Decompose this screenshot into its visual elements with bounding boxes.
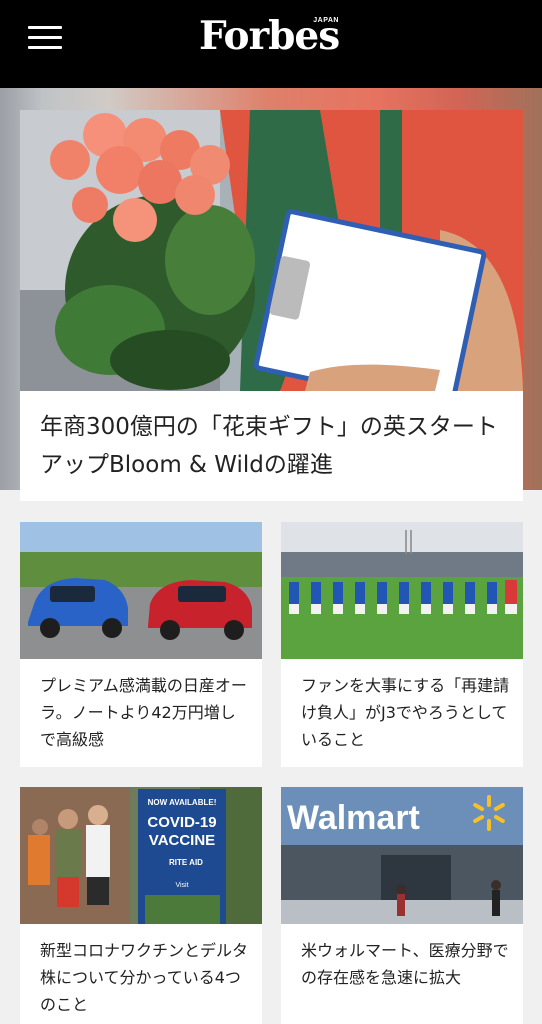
- hamburger-menu-icon[interactable]: [28, 24, 64, 52]
- top-bar: Forbes JAPAN: [0, 0, 542, 88]
- walmart-sign: Walmart: [287, 799, 420, 837]
- sign-covid: COVID-19: [147, 814, 216, 831]
- article-image[interactable]: [20, 522, 262, 659]
- article-image[interactable]: [281, 522, 523, 659]
- article-image[interactable]: NOW AVAILABLE! COVID-19 VACCINE RITE AID…: [20, 787, 262, 924]
- logo-subtext: JAPAN: [313, 17, 339, 24]
- hero-article-title[interactable]: 年商300億円の「花束ギフト」の英スタートアップBloom & Wildの躍進: [40, 408, 510, 484]
- sign-visit: Visit: [175, 882, 188, 889]
- hero-article-image[interactable]: [20, 110, 523, 391]
- article-title[interactable]: 米ウォルマート、医療分野での存在感を急速に拡大: [301, 937, 511, 991]
- article-image[interactable]: Walmart: [281, 787, 523, 924]
- article-card[interactable]: プレミアム感満載の日産オーラ。ノートより42万円増しで高級感: [20, 522, 262, 767]
- sign-brand: RITE AID: [169, 858, 203, 867]
- hero-article-card[interactable]: 年商300億円の「花束ギフト」の英スタートアップBloom & Wildの躍進: [20, 110, 523, 501]
- forbes-japan-logo[interactable]: Forbes JAPAN: [199, 12, 345, 60]
- article-title[interactable]: プレミアム感満載の日産オーラ。ノートより42万円増しで高級感: [40, 672, 250, 753]
- article-card[interactable]: NOW AVAILABLE! COVID-19 VACCINE RITE AID…: [20, 787, 262, 1024]
- article-card[interactable]: ファンを大事にする「再建請け負人」がJ3でやろうとしていること: [281, 522, 523, 767]
- sign-vaccine: VACCINE: [149, 832, 215, 849]
- article-title[interactable]: 新型コロナワクチンとデルタ株について分かっている4つのこと: [40, 937, 250, 1018]
- article-card[interactable]: Walmart 米ウォルマート、医療分野での存在感を急速に拡大: [281, 787, 523, 1024]
- sign-now-available: NOW AVAILABLE!: [148, 798, 217, 807]
- article-title[interactable]: ファンを大事にする「再建請け負人」がJ3でやろうとしていること: [301, 672, 511, 753]
